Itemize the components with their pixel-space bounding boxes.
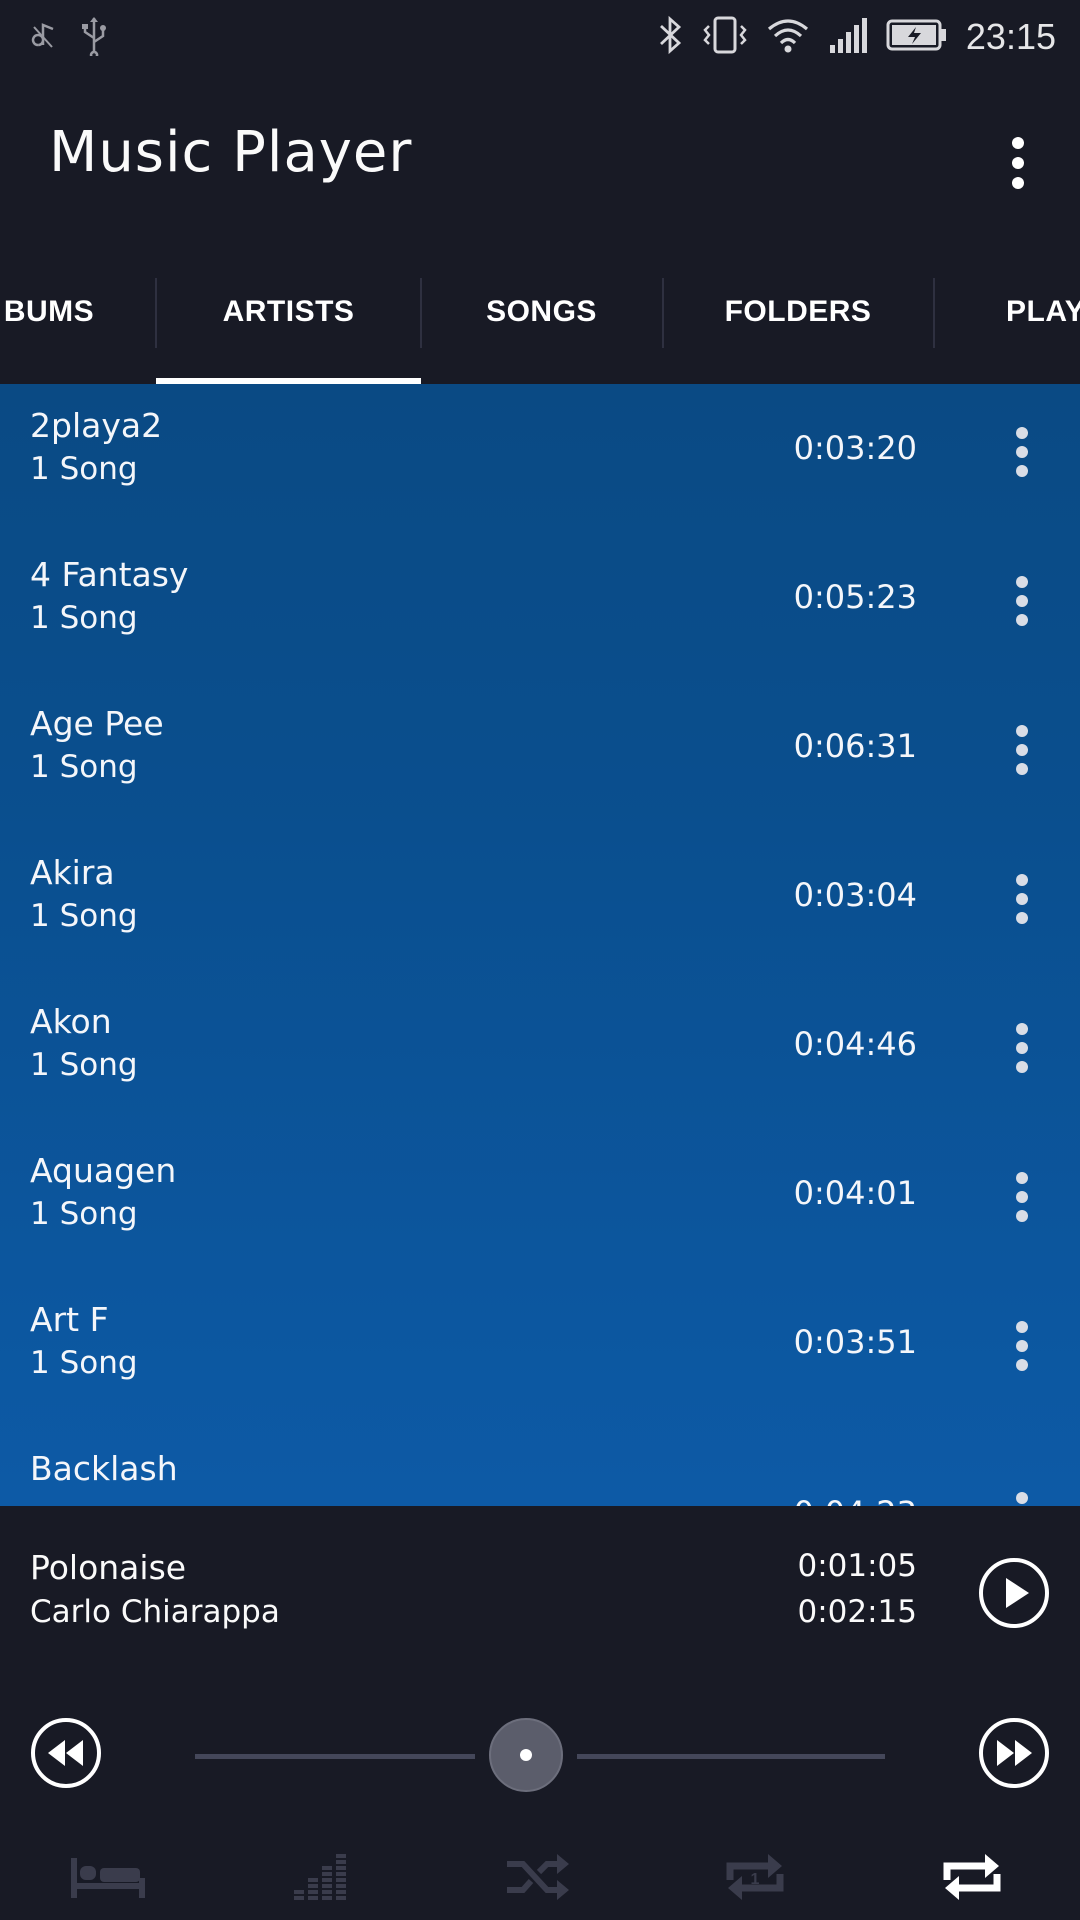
row-more-button[interactable] <box>994 414 1050 490</box>
elapsed-time: 0:01:05 <box>797 1548 917 1584</box>
artist-duration: 0:03:51 <box>793 1323 917 1361</box>
row-more-button[interactable] <box>994 1308 1050 1384</box>
equalizer-icon <box>292 1852 358 1906</box>
usb-icon <box>80 16 108 60</box>
battery-icon <box>886 17 948 57</box>
list-item[interactable]: Akon 1 Song 0:04:46 <box>0 980 1080 1129</box>
artist-duration: 0:06:31 <box>793 727 917 765</box>
status-time: 23:15 <box>965 16 1056 57</box>
fast-forward-button[interactable] <box>978 1717 1050 1793</box>
vibrate-icon <box>702 14 748 60</box>
seek-thumb[interactable] <box>489 1718 564 1792</box>
row-more-button[interactable] <box>994 712 1050 788</box>
tab-artists[interactable]: ARTISTS <box>156 240 421 384</box>
music-note-icon <box>30 21 56 55</box>
artist-name: Backlash <box>30 1449 178 1488</box>
list-item[interactable]: Age Pee 1 Song 0:06:31 <box>0 682 1080 831</box>
play-button[interactable] <box>978 1557 1050 1633</box>
rewind-icon <box>30 1718 102 1793</box>
list-item[interactable]: 2playa2 1 Song 0:03:20 <box>0 384 1080 533</box>
list-item[interactable]: Backlash 0:04:23 <box>0 1427 1080 1506</box>
equalizer-button[interactable] <box>275 1848 375 1910</box>
repeat-all-button[interactable] <box>922 1848 1022 1910</box>
artist-duration: 0:05:23 <box>793 578 917 616</box>
music-player-screen: 23:15 Music Player BUMS ARTISTS SONGS FO… <box>0 0 1080 1920</box>
song-count: 1 Song <box>30 1345 138 1381</box>
row-more-button[interactable] <box>994 861 1050 937</box>
artist-duration: 0:04:23 <box>794 1494 917 1506</box>
app-title: Music Player <box>49 120 413 185</box>
now-playing-bar[interactable]: Polonaise Carlo Chiarappa 0:01:05 0:02:1… <box>0 1506 1080 1662</box>
sleep-timer-button[interactable] <box>58 1848 158 1910</box>
song-count: 1 Song <box>30 451 138 487</box>
more-vertical-icon <box>1010 137 1026 193</box>
shuffle-icon <box>505 1852 571 1906</box>
now-playing-artist: Carlo Chiarappa <box>30 1594 280 1630</box>
song-count: 1 Song <box>30 1196 138 1232</box>
song-count: 1 Song <box>30 600 138 636</box>
song-count: 1 Song <box>30 749 138 785</box>
sleep-timer-bed-icon <box>70 1852 146 1906</box>
artist-list[interactable]: 2playa2 1 Song 0:03:20 4 Fantasy 1 Song … <box>0 384 1080 1506</box>
song-count: 1 Song <box>30 898 138 934</box>
artist-duration: 0:03:04 <box>793 876 917 914</box>
tab-songs[interactable]: SONGS <box>421 240 662 384</box>
seek-bar[interactable] <box>195 1718 885 1792</box>
now-playing-title: Polonaise <box>30 1548 187 1587</box>
row-more-button[interactable] <box>994 1159 1050 1235</box>
row-more-button[interactable] <box>994 1010 1050 1086</box>
bluetooth-icon <box>658 14 684 60</box>
status-bar: 23:15 <box>0 0 1080 75</box>
artist-duration: 0:04:01 <box>793 1174 917 1212</box>
seek-bar-played <box>195 1754 476 1759</box>
shuffle-button[interactable] <box>488 1848 588 1910</box>
artist-name: 2playa2 <box>30 406 163 445</box>
fast-forward-icon <box>978 1718 1050 1793</box>
tab-playlists[interactable]: PLAY <box>934 240 1080 384</box>
wifi-icon <box>766 15 810 59</box>
list-item[interactable]: Akira 1 Song 0:03:04 <box>0 831 1080 980</box>
app-bar: Music Player <box>0 75 1080 240</box>
artist-name: Art F <box>30 1300 109 1339</box>
song-count: 1 Song <box>30 1047 138 1083</box>
repeat-one-button[interactable]: 1 <box>705 1848 805 1910</box>
artist-name: Aquagen <box>30 1151 177 1190</box>
artist-name: Akon <box>30 1002 112 1041</box>
row-more-button[interactable] <box>994 1479 1050 1506</box>
tab-albums[interactable]: BUMS <box>0 240 116 384</box>
repeat-one-icon: 1 <box>722 1850 788 1908</box>
list-item[interactable]: Aquagen 1 Song 0:04:01 <box>0 1129 1080 1278</box>
bottom-control-bar: 1 <box>0 1848 1080 1920</box>
artist-duration: 0:03:20 <box>793 429 917 467</box>
seek-bar-remaining <box>577 1754 885 1759</box>
rewind-button[interactable] <box>30 1717 102 1793</box>
artist-duration: 0:04:46 <box>793 1025 917 1063</box>
list-item[interactable]: Art F 1 Song 0:03:51 <box>0 1278 1080 1427</box>
artist-name: Age Pee <box>30 704 164 743</box>
artist-name: 4 Fantasy <box>30 555 189 594</box>
seek-controls <box>0 1662 1080 1848</box>
signal-icon <box>828 15 868 59</box>
row-more-button[interactable] <box>994 563 1050 639</box>
list-item[interactable]: 4 Fantasy 1 Song 0:05:23 <box>0 533 1080 682</box>
tab-bar: BUMS ARTISTS SONGS FOLDERS PLAY <box>0 240 1080 384</box>
overflow-menu-button[interactable] <box>988 125 1048 205</box>
tab-folders[interactable]: FOLDERS <box>663 240 933 384</box>
total-time: 0:02:15 <box>797 1594 917 1630</box>
artist-name: Akira <box>30 853 115 892</box>
repeat-all-icon <box>939 1850 1005 1908</box>
play-icon <box>978 1558 1050 1633</box>
svg-text:1: 1 <box>751 1871 760 1888</box>
